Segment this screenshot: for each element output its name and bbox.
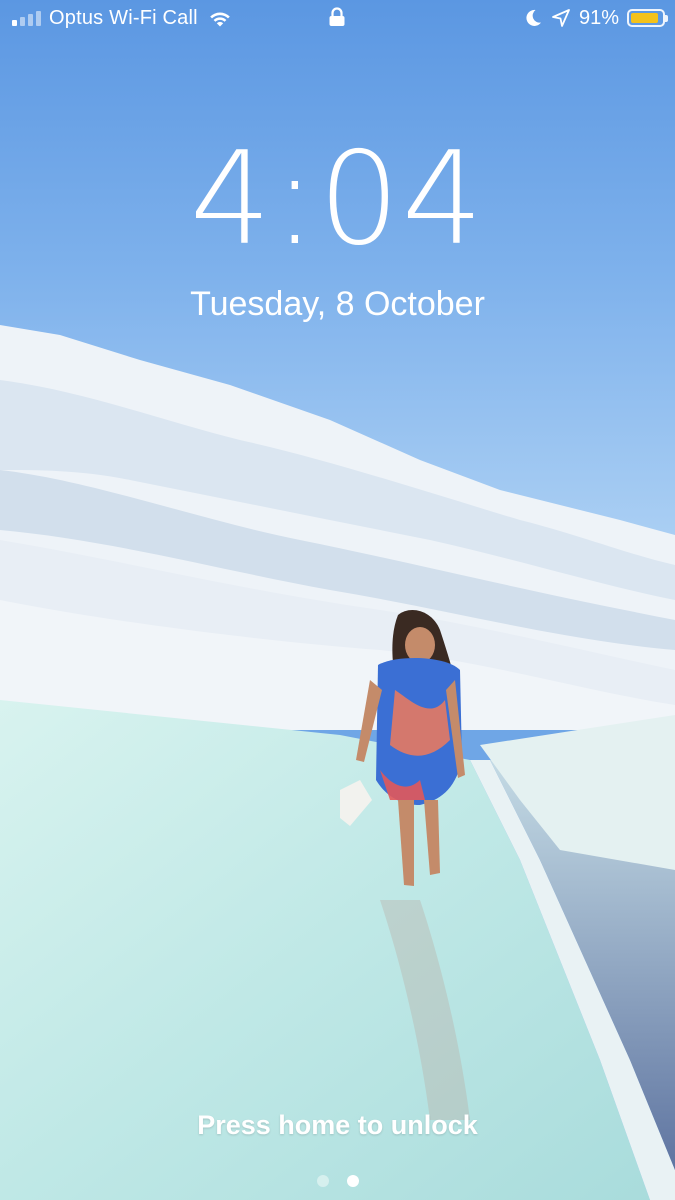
- lock-screen-time: 4:04: [189, 125, 486, 274]
- moon-icon: [526, 9, 541, 26]
- location-arrow-icon: [552, 9, 570, 27]
- wifi-icon: [209, 12, 230, 27]
- lock-screen-date: Tuesday, 8 October: [190, 285, 485, 323]
- battery-percentage: 91%: [578, 6, 619, 29]
- page-indicator[interactable]: [0, 1175, 675, 1187]
- battery-level-fill: [631, 13, 658, 23]
- unlock-hint: Press home to unlock: [197, 1110, 478, 1140]
- status-bar-right: 91%: [523, 6, 668, 30]
- lock-icon: [329, 7, 345, 26]
- page-dot[interactable]: [316, 1175, 329, 1187]
- signal-strength-icon: [12, 10, 41, 26]
- carrier-label: Optus Wi-Fi Call: [49, 6, 198, 29]
- battery-icon: [627, 9, 668, 27]
- page-dot[interactable]: [346, 1175, 359, 1187]
- status-bar-left: Optus Wi-Fi Call: [12, 6, 232, 30]
- status-bar: Optus Wi-Fi Call 91%: [0, 0, 675, 36]
